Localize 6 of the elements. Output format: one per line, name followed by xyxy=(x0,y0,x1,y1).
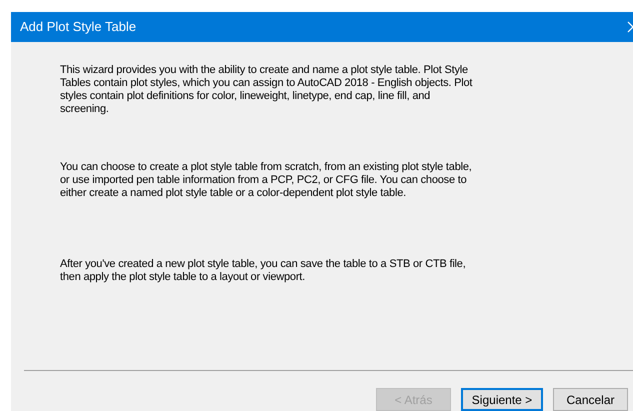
wizard-button[interactable]: Siguiente > xyxy=(461,388,543,411)
description-text: After you've created a new plot style table, you can save the table to a STB or CTB file, then apply the plot style table to a layout or viewport. xyxy=(60,258,467,285)
description-text: You can choose to create a plot style table from scratch, from an existing plot style table, or use imported pen table information from a PCP, PC2, or CFG file. You can choose to either create a named plot style table or a color-dependent plot style table. xyxy=(60,161,473,201)
description-text: This wizard provides you with the ability to create and name a plot style table. Plot Style Tables contain plot styles, which you can assign to AutoCAD 2018 - English objects. Plot styles contain plot definitions for color, lineweight, linetype, end cap, line fill, and screening. xyxy=(60,64,474,117)
window-title: Add Plot Style Table xyxy=(20,18,138,36)
wizard-button[interactable]: Cancelar xyxy=(553,388,628,411)
